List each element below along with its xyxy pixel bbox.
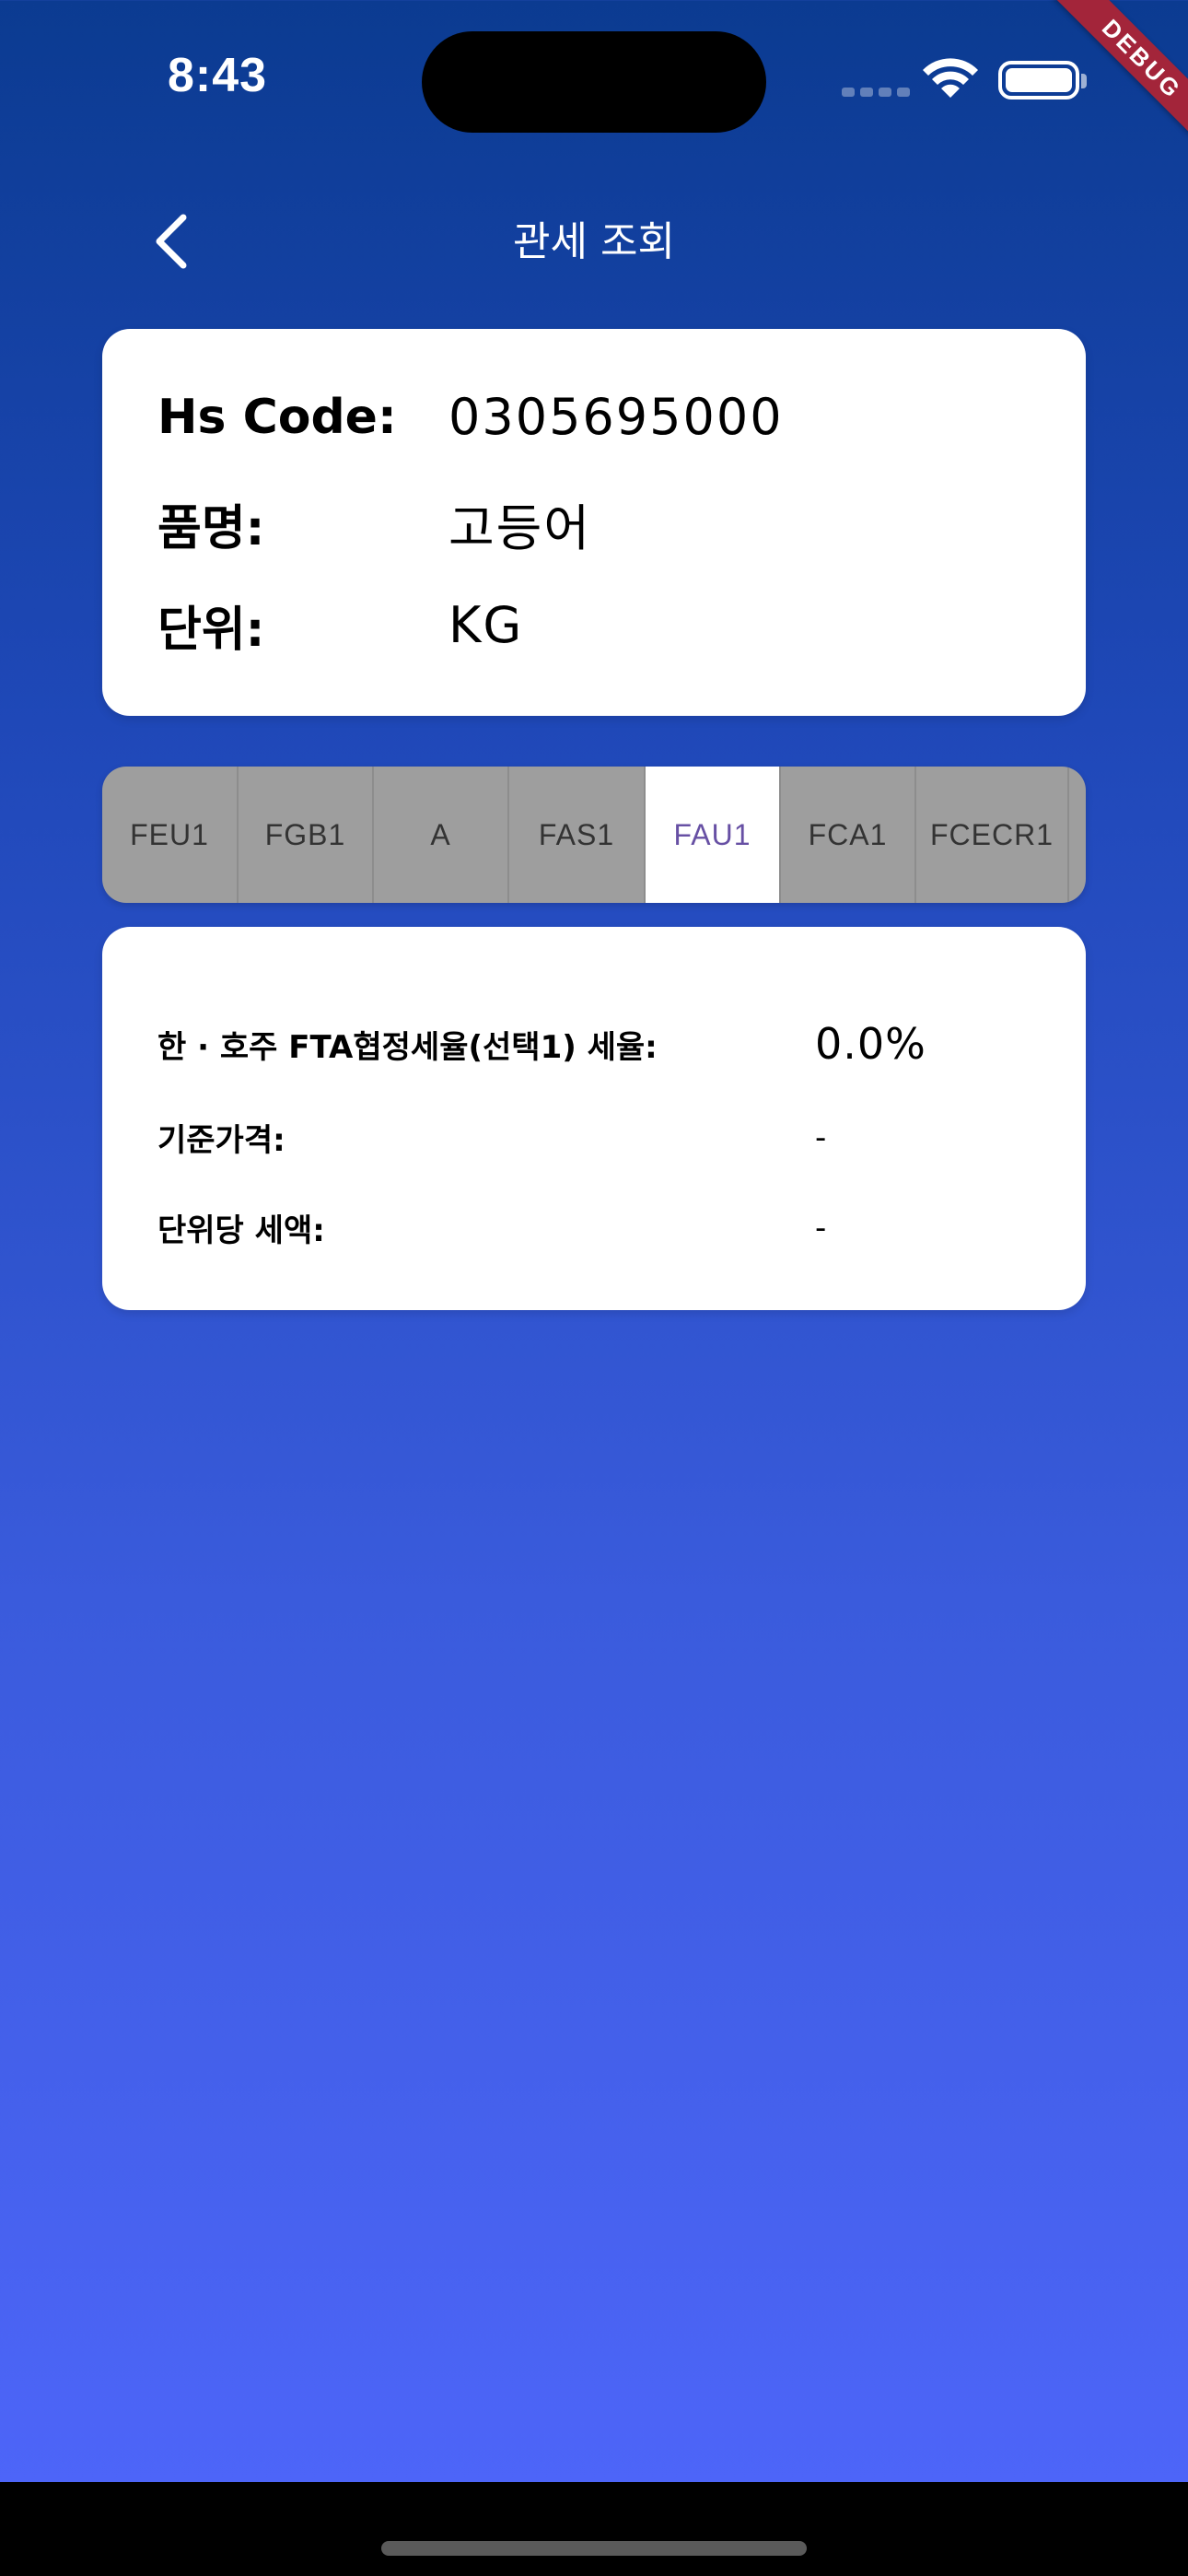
cellular-signal-icon [842,88,910,97]
item-name-row: 품명: 고등어 [157,487,591,560]
tariff-rate-row: 한 · 호주 FTA협정세율(선택1) 세율: 0.0% [157,1019,1023,1069]
unit-row: 단위: KG [157,591,523,660]
status-time: 8:43 [168,49,268,102]
tab-fas1[interactable]: FAS1 [509,767,646,903]
tab-overflow[interactable] [1069,767,1086,903]
page-title: 관세 조회 [513,218,675,265]
base-price-value: - [815,1118,827,1156]
hs-code-row: Hs Code: 0305695000 [157,388,784,446]
item-info-card: Hs Code: 0305695000 품명: 고등어 단위: KG [102,329,1086,716]
tab-a[interactable]: A [374,767,509,903]
per-unit-tax-row: 단위당 세액: - [157,1205,1023,1250]
tariff-type-tabs: FEU1 FGB1 A FAS1 FAU1 FCA1 FCECR1 [102,767,1086,903]
home-indicator[interactable] [381,2541,807,2556]
wifi-icon [923,58,978,98]
base-price-row: 기준가격: - [157,1115,1023,1160]
tab-feu1[interactable]: FEU1 [102,767,239,903]
item-name-label: 품명: [157,501,265,556]
unit-label: 단위: [157,603,265,658]
dynamic-island [422,31,766,133]
tab-fau1[interactable]: FAU1 [646,767,781,903]
tab-fgb1[interactable]: FGB1 [239,767,374,903]
battery-icon [998,61,1087,100]
per-unit-tax-value: - [815,1209,827,1247]
tab-fca1[interactable]: FCA1 [781,767,916,903]
tariff-detail-card: 한 · 호주 FTA협정세율(선택1) 세율: 0.0% 기준가격: - 단위당… [102,927,1086,1310]
tab-fcecr1[interactable]: FCECR1 [916,767,1069,903]
bottom-safe-area [0,2482,1188,2576]
base-price-label: 기준가격: [157,1122,285,1159]
unit-value: KG [448,596,524,654]
tariff-rate-value: 0.0% [815,1019,926,1069]
status-bar: 8:43 [0,0,1188,161]
hs-code-label: Hs Code: [157,389,397,445]
tariff-rate-label: 한 · 호주 FTA협정세율(선택1) 세율: [157,1028,658,1066]
item-name-value: 고등어 [448,499,592,557]
hs-code-value: 0305695000 [448,388,784,446]
per-unit-tax-label: 단위당 세액: [157,1212,325,1249]
